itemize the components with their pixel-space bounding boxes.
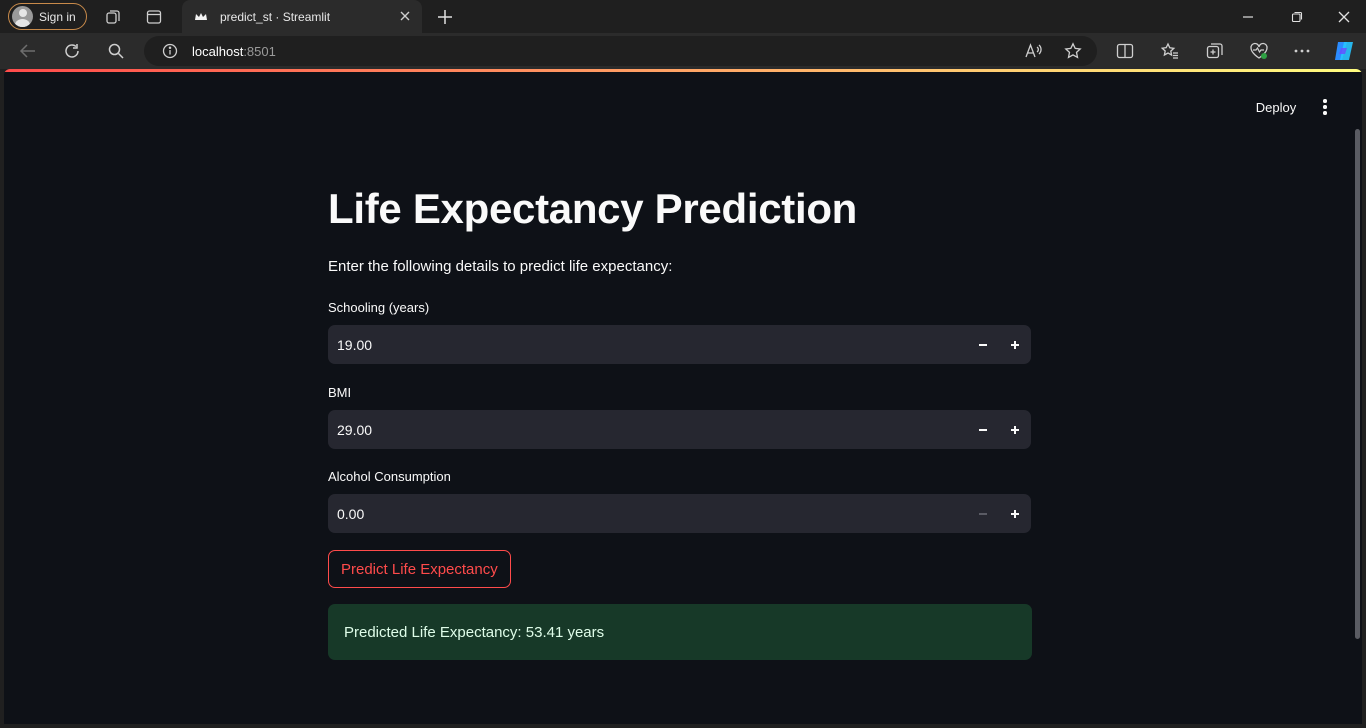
alcohol-increment-button[interactable] xyxy=(999,494,1031,533)
window-close-icon[interactable] xyxy=(1334,7,1354,27)
new-tab-icon[interactable] xyxy=(435,7,455,27)
alcohol-value[interactable]: 0.00 xyxy=(328,506,967,522)
collections-icon[interactable] xyxy=(1204,41,1226,61)
bmi-label: BMI xyxy=(328,385,352,400)
main-menu-icon[interactable] xyxy=(1314,96,1336,118)
bmi-number-input: 29.00 xyxy=(328,410,1031,449)
search-icon[interactable] xyxy=(106,41,126,61)
favorite-star-icon[interactable] xyxy=(1062,41,1084,61)
schooling-decrement-button[interactable] xyxy=(967,325,999,364)
more-options-icon[interactable] xyxy=(1291,41,1313,61)
streamlit-crown-icon xyxy=(194,10,208,24)
favorites-icon[interactable] xyxy=(1159,41,1181,61)
back-icon[interactable] xyxy=(17,41,39,61)
profile-sign-in-button[interactable]: Sign in xyxy=(8,3,87,30)
schooling-increment-button[interactable] xyxy=(999,325,1031,364)
bmi-decrement-button[interactable] xyxy=(967,410,999,449)
prediction-result-text: Predicted Life Expectancy: 53.41 years xyxy=(344,623,605,641)
restore-icon[interactable] xyxy=(1288,8,1306,26)
alcohol-decrement-button[interactable] xyxy=(967,494,999,533)
read-aloud-icon[interactable] xyxy=(1022,41,1044,61)
browser-essentials-icon[interactable] xyxy=(1248,41,1270,61)
tab-title: predict_st · Streamlit xyxy=(220,9,331,24)
url-host: localhost xyxy=(192,43,244,59)
browser-tab-strip: Sign in predict_st · Streamlit xyxy=(0,0,1366,33)
schooling-value[interactable]: 19.00 xyxy=(328,337,967,353)
avatar-icon xyxy=(12,6,33,27)
workspaces-icon[interactable] xyxy=(103,7,123,27)
alcohol-label: Alcohol Consumption xyxy=(328,469,451,484)
minimize-icon[interactable] xyxy=(1239,8,1257,26)
schooling-label: Schooling (years) xyxy=(328,300,430,315)
intro-text: Enter the following details to predict l… xyxy=(328,258,673,275)
page-title: Life Expectancy Prediction xyxy=(328,185,858,232)
bmi-increment-button[interactable] xyxy=(999,410,1031,449)
streamlit-app: Deploy Life Expectancy Prediction Enter … xyxy=(4,69,1362,724)
site-info-icon[interactable] xyxy=(162,43,178,59)
split-screen-icon[interactable] xyxy=(1114,41,1136,61)
alcohol-number-input: 0.00 xyxy=(328,494,1031,533)
sign-in-label: Sign in xyxy=(39,9,76,24)
tab-active[interactable]: predict_st · Streamlit xyxy=(182,0,422,33)
page-scrollbar[interactable] xyxy=(1355,129,1360,639)
bmi-value[interactable]: 29.00 xyxy=(328,422,967,438)
header-decoration-bar xyxy=(4,69,1362,72)
close-tab-icon[interactable] xyxy=(398,9,412,23)
predict-button[interactable]: Predict Life Expectancy xyxy=(328,550,511,588)
deploy-button[interactable]: Deploy xyxy=(1244,95,1308,119)
address-bar[interactable]: localhost :8501 xyxy=(144,36,1097,66)
prediction-result-alert: Predicted Life Expectancy: 53.41 years xyxy=(328,604,1032,660)
refresh-icon[interactable] xyxy=(61,41,83,61)
url-port: :8501 xyxy=(243,43,276,59)
tab-actions-icon[interactable] xyxy=(144,7,164,27)
schooling-number-input: 19.00 xyxy=(328,325,1031,364)
browser-toolbar: localhost :8501 xyxy=(0,33,1366,69)
copilot-icon[interactable] xyxy=(1331,39,1357,63)
